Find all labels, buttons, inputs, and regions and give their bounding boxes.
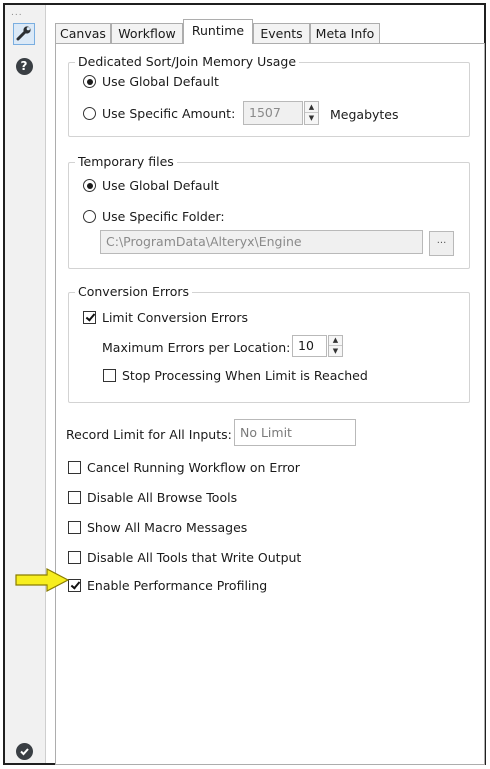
disable-browse-checkbox[interactable]: Disable All Browse Tools [68, 490, 237, 505]
wrench-icon [16, 25, 32, 44]
temp-global-radio[interactable]: Use Global Default [83, 178, 219, 193]
tab-workflow[interactable]: Workflow [111, 23, 183, 43]
stepper-down-icon[interactable]: ▼ [305, 113, 318, 124]
checkbox[interactable] [68, 521, 81, 534]
checkbox[interactable] [83, 311, 96, 324]
window-frame: ... ? Canvas Workflow Runtime Events Met… [3, 3, 486, 765]
disable-write-label: Disable All Tools that Write Output [87, 550, 302, 565]
checkbox[interactable] [68, 491, 81, 504]
max-errors-label: Maximum Errors per Location: [102, 340, 291, 355]
runtime-panel: Dedicated Sort/Join Memory Usage Use Glo… [55, 43, 485, 765]
performance-profiling-checkbox[interactable]: Enable Performance Profiling [68, 578, 267, 593]
memory-amount-stepper[interactable]: ▲ ▼ [304, 101, 319, 125]
sidebar-menu-dots[interactable]: ... [11, 9, 23, 18]
stepper-up-icon[interactable]: ▲ [329, 336, 342, 346]
stop-processing-label: Stop Processing When Limit is Reached [122, 368, 368, 383]
memory-specific-radio[interactable]: Use Specific Amount: [83, 106, 235, 121]
memory-global-radio[interactable]: Use Global Default [83, 74, 219, 89]
stepper-up-icon[interactable]: ▲ [305, 102, 318, 113]
configuration-button[interactable] [13, 23, 35, 45]
temp-specific-radio[interactable]: Use Specific Folder: [83, 209, 225, 224]
disable-browse-label: Disable All Browse Tools [87, 490, 238, 505]
highlight-arrow-icon [15, 568, 70, 595]
limit-errors-label: Limit Conversion Errors [102, 310, 248, 325]
tab-meta-info[interactable]: Meta Info [310, 23, 380, 43]
radio-button[interactable] [83, 210, 96, 223]
memory-global-label: Use Global Default [102, 74, 219, 89]
memory-amount-input[interactable]: 1507 [243, 101, 303, 125]
memory-specific-label: Use Specific Amount: [102, 106, 236, 121]
temp-global-label: Use Global Default [102, 178, 219, 193]
performance-profiling-label: Enable Performance Profiling [87, 578, 268, 593]
radio-button[interactable] [83, 107, 96, 120]
tab-events[interactable]: Events [253, 23, 310, 43]
help-button[interactable]: ? [13, 55, 35, 77]
tab-canvas[interactable]: Canvas [55, 23, 111, 43]
checkbox[interactable] [68, 551, 81, 564]
browse-folder-button[interactable]: ... [429, 231, 454, 256]
record-limit-input[interactable]: No Limit [234, 419, 356, 446]
help-icon: ? [15, 57, 33, 75]
tool-sidebar: ... ? [5, 5, 46, 763]
macro-messages-label: Show All Macro Messages [87, 520, 248, 535]
stepper-down-icon[interactable]: ▼ [329, 346, 342, 356]
checkbox[interactable] [68, 461, 81, 474]
checkmark-icon [15, 742, 33, 760]
stop-processing-checkbox[interactable]: Stop Processing When Limit is Reached [103, 368, 368, 383]
limit-errors-checkbox[interactable]: Limit Conversion Errors [83, 310, 248, 325]
memory-unit-label: Megabytes [330, 107, 399, 122]
radio-button[interactable] [83, 75, 96, 88]
memory-usage-title: Dedicated Sort/Join Memory Usage [75, 54, 300, 69]
disable-write-checkbox[interactable]: Disable All Tools that Write Output [68, 550, 301, 565]
status-button[interactable] [13, 740, 35, 762]
temp-files-title: Temporary files [75, 154, 177, 169]
max-errors-input[interactable]: 10 [292, 335, 327, 357]
cancel-on-error-checkbox[interactable]: Cancel Running Workflow on Error [68, 460, 300, 475]
temp-folder-input[interactable]: C:\ProgramData\Alteryx\Engine [100, 230, 423, 254]
cancel-on-error-label: Cancel Running Workflow on Error [87, 460, 300, 475]
record-limit-label: Record Limit for All Inputs: [66, 427, 232, 442]
tab-runtime[interactable]: Runtime [183, 19, 253, 44]
max-errors-stepper[interactable]: ▲ ▼ [328, 335, 343, 357]
conversion-errors-title: Conversion Errors [75, 284, 193, 299]
macro-messages-checkbox[interactable]: Show All Macro Messages [68, 520, 247, 535]
checkbox[interactable] [103, 369, 116, 382]
temp-specific-label: Use Specific Folder: [102, 209, 225, 224]
radio-button[interactable] [83, 179, 96, 192]
